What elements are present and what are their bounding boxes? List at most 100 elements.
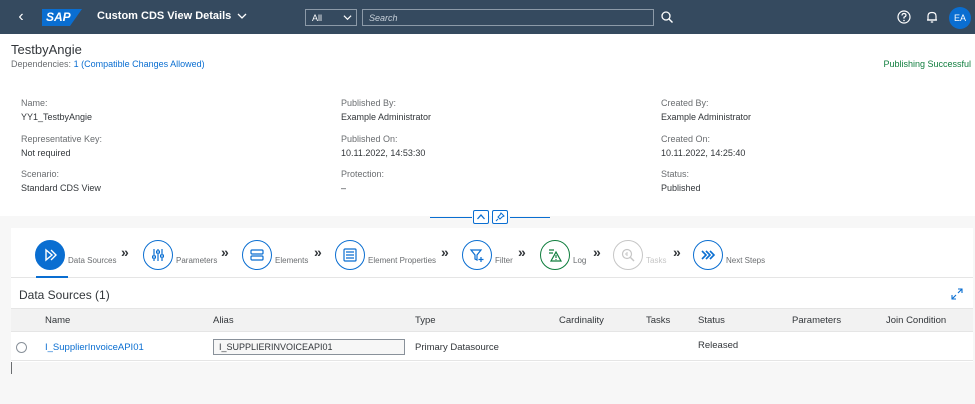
step-tasks: Tasks <box>613 238 666 270</box>
field-value: – <box>341 183 347 193</box>
divider <box>510 217 550 218</box>
element-properties-icon <box>335 240 365 270</box>
step-data-sources[interactable]: Data Sources <box>35 238 116 270</box>
step-label: Element Properties <box>368 256 437 265</box>
notification-bell-icon[interactable] <box>925 10 939 24</box>
chevron-down-icon <box>237 13 247 19</box>
divider <box>430 217 472 218</box>
back-icon[interactable]: ‹ <box>12 8 30 26</box>
app-title: Custom CDS View Details <box>97 10 232 22</box>
field-created-on: Created On: 10.11.2022, 14:25:40 <box>661 134 745 158</box>
column-header-name[interactable]: Name <box>45 315 70 326</box>
search-scope-select[interactable]: All <box>305 9 357 26</box>
field-value: Not required <box>21 148 71 158</box>
step-label: Log <box>573 256 587 265</box>
field-label: Status: <box>661 169 690 179</box>
parameters-icon <box>143 240 173 270</box>
double-chevron-icon: » <box>121 244 129 260</box>
step-label: Data Sources <box>68 256 117 265</box>
publish-status: Publishing Successful <box>883 59 971 69</box>
field-label: Scenario: <box>21 169 60 179</box>
step-filter[interactable]: Filter <box>462 238 513 270</box>
step-label: Filter <box>495 256 513 265</box>
avatar[interactable]: EA <box>949 7 971 29</box>
object-header: TestbyAngie Dependencies: 1 (Compatible … <box>0 34 975 224</box>
page-title: TestbyAngie <box>11 42 82 57</box>
field-name: Name: YY1_TestbyAngie <box>21 98 92 122</box>
data-sources-section: Data Sources (1) Name Alias Type Cardina… <box>11 278 973 362</box>
pin-header-button[interactable] <box>492 210 508 224</box>
data-source-name-link[interactable]: I_SupplierInvoiceAPI01 <box>45 342 144 353</box>
field-label: Protection: <box>341 169 385 179</box>
elements-icon <box>242 240 272 270</box>
text-cursor <box>11 362 12 374</box>
alias-input[interactable]: I_SUPPLIERINVOICEAPI01 <box>213 339 405 355</box>
tasks-icon <box>613 240 643 270</box>
sap-logo[interactable]: SAP <box>42 9 82 26</box>
filter-add-icon <box>462 240 492 270</box>
step-label: Tasks <box>646 256 667 265</box>
field-label: Published On: <box>341 134 398 144</box>
chevron-up-icon <box>477 214 485 220</box>
shell-bar: ‹ SAP Custom CDS View Details All Search… <box>0 0 975 34</box>
dependencies-label: Dependencies: <box>11 59 72 69</box>
column-header-join-condition[interactable]: Join Condition <box>886 315 946 326</box>
next-steps-icon <box>693 240 723 270</box>
step-element-properties[interactable]: Element Properties <box>335 238 436 270</box>
table-row[interactable]: I_SupplierInvoiceAPI01 I_SUPPLIERINVOICE… <box>11 333 973 361</box>
step-label: Elements <box>275 256 309 265</box>
collapse-header-button[interactable] <box>473 210 489 224</box>
pin-icon <box>495 212 505 222</box>
field-scenario: Scenario: Standard CDS View <box>21 169 101 193</box>
field-published-on: Published On: 10.11.2022, 14:53:30 <box>341 134 425 158</box>
section-title: Data Sources (1) <box>19 288 110 302</box>
field-representative-key: Representative Key: Not required <box>21 134 102 158</box>
step-navigation: Data Sources » Parameters » Elements » E… <box>11 228 973 278</box>
full-screen-icon[interactable] <box>951 288 963 300</box>
field-value: Example Administrator <box>341 112 432 122</box>
field-published-by: Published By: Example Administrator <box>341 98 431 122</box>
column-header-tasks[interactable]: Tasks <box>646 315 670 326</box>
field-label: Representative Key: <box>21 134 103 144</box>
double-chevron-icon: » <box>441 244 449 260</box>
field-value: Standard CDS View <box>21 183 101 193</box>
log-warning-icon <box>540 240 570 270</box>
status-cell: Released <box>698 340 739 351</box>
double-chevron-icon: » <box>221 244 229 260</box>
field-protection: Protection: – <box>341 169 384 193</box>
dependencies: Dependencies: 1 (Compatible Changes Allo… <box>11 59 205 69</box>
table-header: Name Alias Type Cardinality Tasks Status… <box>11 308 973 332</box>
field-label: Created By: <box>661 98 709 108</box>
help-icon[interactable] <box>897 10 911 24</box>
field-label: Name: <box>21 98 48 108</box>
type-cell: Primary Datasource <box>415 342 499 353</box>
step-elements[interactable]: Elements <box>242 238 308 270</box>
double-chevron-icon: » <box>518 244 526 260</box>
field-value: Published <box>661 183 701 193</box>
step-log[interactable]: Log <box>540 238 586 270</box>
search-scope-value: All <box>312 13 323 23</box>
search-icon[interactable] <box>660 10 674 24</box>
chevron-down-icon <box>343 15 352 21</box>
search-input[interactable]: Search <box>362 9 654 26</box>
column-header-parameters[interactable]: Parameters <box>792 315 841 326</box>
column-header-cardinality[interactable]: Cardinality <box>559 315 604 326</box>
column-header-alias[interactable]: Alias <box>213 315 234 326</box>
field-value: Example Administrator <box>661 112 752 122</box>
field-status: Status: Published <box>661 169 701 193</box>
double-chevron-icon: » <box>593 244 601 260</box>
double-chevron-icon: » <box>673 244 681 260</box>
step-parameters[interactable]: Parameters <box>143 238 217 270</box>
step-label: Next Steps <box>726 256 766 265</box>
app-title-menu[interactable]: Custom CDS View Details <box>97 10 247 22</box>
double-chevron-icon: » <box>314 244 322 260</box>
step-next-steps[interactable]: Next Steps <box>693 238 765 270</box>
column-header-type[interactable]: Type <box>415 315 436 326</box>
dependencies-link[interactable]: 1 (Compatible Changes Allowed) <box>74 59 205 69</box>
field-value: 10.11.2022, 14:25:40 <box>661 148 746 158</box>
row-select-radio[interactable] <box>16 342 27 353</box>
field-created-by: Created By: Example Administrator <box>661 98 751 122</box>
column-header-status[interactable]: Status <box>698 315 725 326</box>
step-label: Parameters <box>176 256 218 265</box>
field-value: 10.11.2022, 14:53:30 <box>341 148 426 158</box>
